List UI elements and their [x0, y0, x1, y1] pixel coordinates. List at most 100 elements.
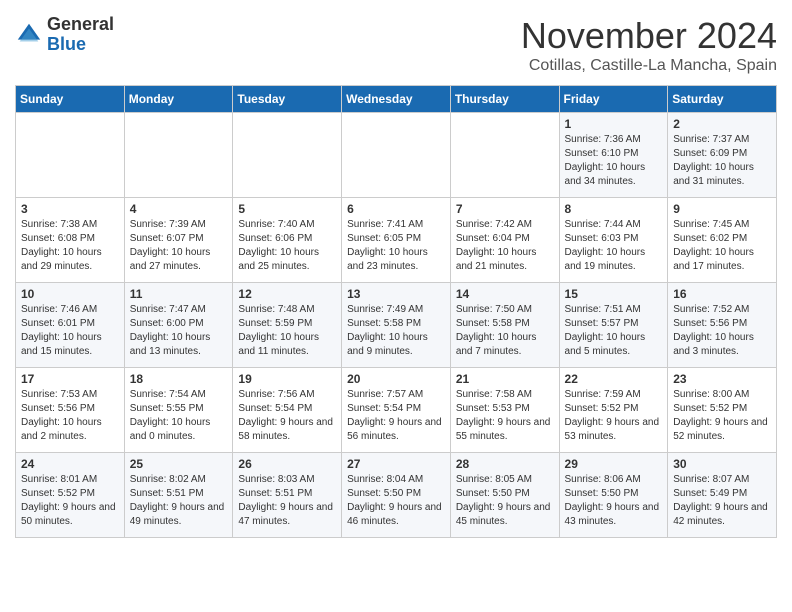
- calendar-cell: 11Sunrise: 7:47 AM Sunset: 6:00 PM Dayli…: [124, 283, 233, 368]
- day-info: Sunrise: 7:59 AM Sunset: 5:52 PM Dayligh…: [565, 388, 663, 444]
- day-number: 21: [456, 372, 554, 386]
- day-info: Sunrise: 7:58 AM Sunset: 5:53 PM Dayligh…: [456, 388, 554, 444]
- day-info: Sunrise: 7:38 AM Sunset: 6:08 PM Dayligh…: [21, 218, 119, 274]
- day-info: Sunrise: 7:46 AM Sunset: 6:01 PM Dayligh…: [21, 303, 119, 359]
- day-number: 26: [238, 457, 336, 471]
- calendar-week-row: 10 Sunrise: 7:46 AM Sunset: 6:01 PM Dayli…: [16, 283, 777, 368]
- day-info: Sunrise: 8:07 AM Sunset: 5:49 PM Dayligh…: [673, 473, 771, 529]
- day-info: Sunrise: 8:02 AM Sunset: 5:51 PM Dayligh…: [130, 473, 228, 529]
- day-info: Sunrise: 7:47 AM Sunset: 6:00 PM Dayligh…: [130, 303, 228, 359]
- calendar-cell: 9 Sunrise: 7:45 AM Sunset: 6:02 PM Daylig…: [668, 198, 777, 283]
- day-number: 24: [21, 457, 119, 471]
- calendar-cell: 8 Sunrise: 7:44 AM Sunset: 6:03 PM Daylig…: [559, 198, 668, 283]
- calendar-week-row: 24Sunrise: 8:01 AM Sunset: 5:52 PM Dayli…: [16, 453, 777, 538]
- calendar-cell: 5 Sunrise: 7:40 AM Sunset: 6:06 PM Daylig…: [233, 198, 342, 283]
- calendar-cell: 15 Sunrise: 7:51 AM Sunset: 5:57 PM Dayli…: [559, 283, 668, 368]
- calendar-cell: 12 Sunrise: 7:48 AM Sunset: 5:59 PM Dayli…: [233, 283, 342, 368]
- calendar-table: SundayMondayTuesdayWednesdayThursdayFrid…: [15, 85, 777, 538]
- day-number: 15: [565, 287, 663, 301]
- day-number: 3: [21, 202, 119, 216]
- day-of-week-header: Thursday: [450, 86, 559, 113]
- calendar-header-row: SundayMondayTuesdayWednesdayThursdayFrid…: [16, 86, 777, 113]
- calendar-cell: [233, 113, 342, 198]
- calendar-week-row: 17Sunrise: 7:53 AM Sunset: 5:56 PM Dayli…: [16, 368, 777, 453]
- day-info: Sunrise: 7:39 AM Sunset: 6:07 PM Dayligh…: [130, 218, 228, 274]
- day-info: Sunrise: 7:54 AM Sunset: 5:55 PM Dayligh…: [130, 388, 228, 444]
- day-number: 14: [456, 287, 554, 301]
- day-of-week-header: Sunday: [16, 86, 125, 113]
- day-number: 10: [21, 287, 119, 301]
- page-header: General Blue November 2024 Cotillas, Cas…: [15, 15, 777, 75]
- calendar-cell: 21 Sunrise: 7:58 AM Sunset: 5:53 PM Dayli…: [450, 368, 559, 453]
- day-number: 9: [673, 202, 771, 216]
- calendar-cell: 28Sunrise: 8:05 AM Sunset: 5:50 PM Dayli…: [450, 453, 559, 538]
- day-number: 30: [673, 457, 771, 471]
- day-info: Sunrise: 8:00 AM Sunset: 5:52 PM Dayligh…: [673, 388, 771, 444]
- day-info: Sunrise: 7:52 AM Sunset: 5:56 PM Dayligh…: [673, 303, 771, 359]
- calendar-cell: 16 Sunrise: 7:52 AM Sunset: 5:56 PM Dayli…: [668, 283, 777, 368]
- calendar-cell: [450, 113, 559, 198]
- day-info: Sunrise: 7:44 AM Sunset: 6:03 PM Dayligh…: [565, 218, 663, 274]
- calendar-week-row: 3 Sunrise: 7:38 AM Sunset: 6:08 PM Daylig…: [16, 198, 777, 283]
- day-info: Sunrise: 7:56 AM Sunset: 5:54 PM Dayligh…: [238, 388, 336, 444]
- calendar-cell: 18 Sunrise: 7:54 AM Sunset: 5:55 PM Dayli…: [124, 368, 233, 453]
- day-number: 7: [456, 202, 554, 216]
- month-title: November 2024: [521, 15, 777, 57]
- logo-icon: [15, 21, 43, 49]
- day-number: 13: [347, 287, 445, 301]
- calendar-cell: 14Sunrise: 7:50 AM Sunset: 5:58 PM Dayli…: [450, 283, 559, 368]
- day-info: Sunrise: 7:42 AM Sunset: 6:04 PM Dayligh…: [456, 218, 554, 274]
- calendar-cell: [16, 113, 125, 198]
- day-number: 17: [21, 372, 119, 386]
- calendar-cell: 29 Sunrise: 8:06 AM Sunset: 5:50 PM Dayli…: [559, 453, 668, 538]
- calendar-cell: 1 Sunrise: 7:36 AM Sunset: 6:10 PM Daylig…: [559, 113, 668, 198]
- calendar-cell: 30 Sunrise: 8:07 AM Sunset: 5:49 PM Dayli…: [668, 453, 777, 538]
- calendar-cell: 7 Sunrise: 7:42 AM Sunset: 6:04 PM Daylig…: [450, 198, 559, 283]
- calendar-cell: 10 Sunrise: 7:46 AM Sunset: 6:01 PM Dayli…: [16, 283, 125, 368]
- day-info: Sunrise: 7:40 AM Sunset: 6:06 PM Dayligh…: [238, 218, 336, 274]
- day-info: Sunrise: 8:06 AM Sunset: 5:50 PM Dayligh…: [565, 473, 663, 529]
- day-info: Sunrise: 7:51 AM Sunset: 5:57 PM Dayligh…: [565, 303, 663, 359]
- day-of-week-header: Monday: [124, 86, 233, 113]
- day-info: Sunrise: 7:45 AM Sunset: 6:02 PM Dayligh…: [673, 218, 771, 274]
- calendar-week-row: 1 Sunrise: 7:36 AM Sunset: 6:10 PM Daylig…: [16, 113, 777, 198]
- logo: General Blue: [15, 15, 114, 55]
- day-of-week-header: Saturday: [668, 86, 777, 113]
- calendar-cell: [124, 113, 233, 198]
- day-number: 12: [238, 287, 336, 301]
- day-number: 1: [565, 117, 663, 131]
- day-info: Sunrise: 8:04 AM Sunset: 5:50 PM Dayligh…: [347, 473, 445, 529]
- calendar-cell: 23 Sunrise: 8:00 AM Sunset: 5:52 PM Dayli…: [668, 368, 777, 453]
- day-info: Sunrise: 7:36 AM Sunset: 6:10 PM Dayligh…: [565, 133, 663, 189]
- calendar-cell: 24Sunrise: 8:01 AM Sunset: 5:52 PM Dayli…: [16, 453, 125, 538]
- day-number: 2: [673, 117, 771, 131]
- day-number: 4: [130, 202, 228, 216]
- calendar-cell: 20 Sunrise: 7:57 AM Sunset: 5:54 PM Dayli…: [342, 368, 451, 453]
- day-number: 5: [238, 202, 336, 216]
- day-info: Sunrise: 7:48 AM Sunset: 5:59 PM Dayligh…: [238, 303, 336, 359]
- day-number: 19: [238, 372, 336, 386]
- day-info: Sunrise: 7:57 AM Sunset: 5:54 PM Dayligh…: [347, 388, 445, 444]
- day-number: 25: [130, 457, 228, 471]
- day-info: Sunrise: 7:41 AM Sunset: 6:05 PM Dayligh…: [347, 218, 445, 274]
- day-number: 23: [673, 372, 771, 386]
- day-number: 18: [130, 372, 228, 386]
- calendar-cell: 13Sunrise: 7:49 AM Sunset: 5:58 PM Dayli…: [342, 283, 451, 368]
- day-number: 6: [347, 202, 445, 216]
- day-number: 16: [673, 287, 771, 301]
- day-number: 8: [565, 202, 663, 216]
- calendar-cell: 2 Sunrise: 7:37 AM Sunset: 6:09 PM Daylig…: [668, 113, 777, 198]
- calendar-cell: 4 Sunrise: 7:39 AM Sunset: 6:07 PM Daylig…: [124, 198, 233, 283]
- day-info: Sunrise: 8:03 AM Sunset: 5:51 PM Dayligh…: [238, 473, 336, 529]
- calendar-cell: 17Sunrise: 7:53 AM Sunset: 5:56 PM Dayli…: [16, 368, 125, 453]
- day-number: 27: [347, 457, 445, 471]
- calendar-cell: 27 Sunrise: 8:04 AM Sunset: 5:50 PM Dayli…: [342, 453, 451, 538]
- day-number: 29: [565, 457, 663, 471]
- day-of-week-header: Wednesday: [342, 86, 451, 113]
- day-number: 22: [565, 372, 663, 386]
- day-of-week-header: Tuesday: [233, 86, 342, 113]
- calendar-cell: 6 Sunrise: 7:41 AM Sunset: 6:05 PM Daylig…: [342, 198, 451, 283]
- day-number: 20: [347, 372, 445, 386]
- day-info: Sunrise: 7:37 AM Sunset: 6:09 PM Dayligh…: [673, 133, 771, 189]
- calendar-cell: 22 Sunrise: 7:59 AM Sunset: 5:52 PM Dayli…: [559, 368, 668, 453]
